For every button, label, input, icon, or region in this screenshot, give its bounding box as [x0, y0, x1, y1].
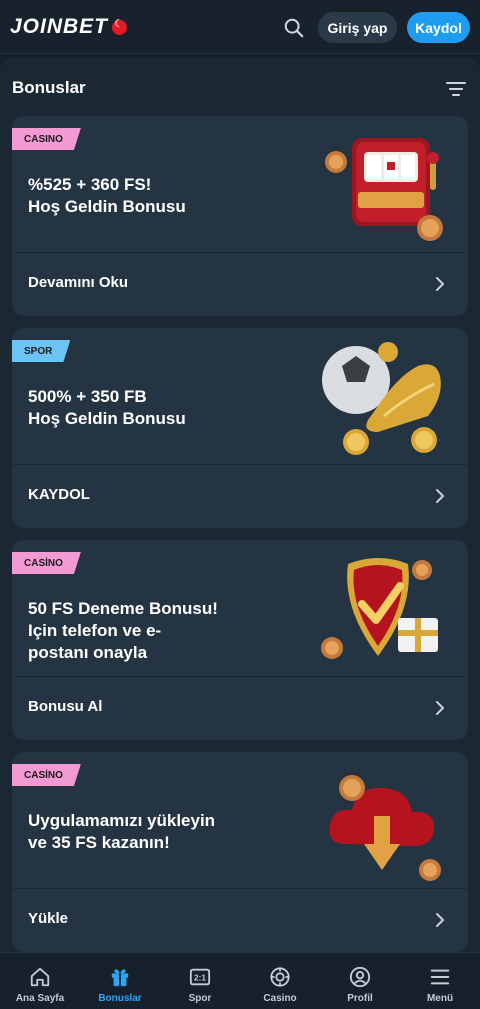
user-icon	[349, 966, 371, 988]
chevron-right-icon[interactable]	[434, 912, 446, 928]
logo[interactable]: JOINBET	[10, 15, 128, 39]
category-tag: CASINO	[12, 128, 81, 150]
chevron-right-icon[interactable]	[434, 700, 446, 716]
shield-check-icon	[321, 558, 438, 659]
search-icon[interactable]	[283, 17, 305, 39]
card-link[interactable]: Yükle	[28, 910, 68, 927]
category-tag: SPOR	[12, 340, 70, 362]
page-title: Bonuslar	[12, 78, 86, 97]
category-tag: CASİNO	[12, 552, 81, 574]
nav-profile[interactable]: Profil	[320, 953, 400, 1009]
nav-label: Bonuslar	[98, 993, 142, 1004]
card-link[interactable]: Devamını Oku	[28, 274, 128, 291]
bonus-card[interactable]: SPOR 500% + 350 FB Hoş Geldin Bonusu KAY…	[12, 328, 468, 528]
logo-text: JOINBET	[10, 15, 109, 38]
nav-label: Profil	[347, 993, 373, 1004]
chevron-right-icon[interactable]	[434, 488, 446, 504]
cloud-download-icon	[329, 775, 441, 881]
bonus-title: 50 FS Deneme Bonusu! Için telefon ve e- …	[28, 599, 218, 662]
nav-label: Spor	[188, 993, 212, 1004]
bonus-card[interactable]: CASİNO 50 FS Deneme Bonusu! Için telefon…	[12, 540, 468, 740]
register-button[interactable]: Kaydol	[407, 12, 470, 43]
category-tag: CASİNO	[12, 764, 81, 786]
card-divider	[12, 888, 468, 889]
nav-sports[interactable]: 2:1 Spor	[160, 953, 240, 1009]
bonuses-panel: Bonuslar CASINO %525 + 360 FS! Hoş Geldi…	[0, 58, 480, 952]
card-divider	[12, 464, 468, 465]
card-divider	[12, 676, 468, 677]
svg-text:2:1: 2:1	[194, 974, 206, 983]
card-divider	[12, 252, 468, 253]
gift-icon	[111, 969, 129, 987]
bonus-title: %525 + 360 FS! Hoş Geldin Bonusu	[28, 175, 186, 216]
chevron-right-icon[interactable]	[434, 276, 446, 292]
filter-icon[interactable]	[446, 80, 466, 98]
card-link[interactable]: KAYDOL	[28, 486, 90, 503]
menu-icon	[430, 969, 450, 985]
nav-menu[interactable]: Menü	[400, 953, 480, 1009]
bonus-title: Uygulamamızı yükleyin ve 35 FS kazanın!	[28, 811, 216, 852]
bonus-card[interactable]: CASİNO Uygulamamızı yükleyin ve 35 FS ka…	[12, 752, 468, 952]
scoreboard-icon: 2:1	[189, 968, 211, 986]
slot-machine-icon	[325, 138, 443, 241]
nav-label: Ana Sayfa	[15, 993, 65, 1004]
turkey-flag-icon	[112, 17, 128, 35]
bottom-navigation: Ana Sayfa Bonuslar 2:1 Spor Casino Profi…	[0, 952, 480, 1008]
top-bar: JOINBET Giriş yap Kaydol	[0, 0, 480, 54]
bonus-title: 500% + 350 FB Hoş Geldin Bonusu	[28, 387, 186, 428]
nav-home[interactable]: Ana Sayfa	[0, 953, 80, 1009]
nav-bonuses[interactable]: Bonuslar	[80, 953, 160, 1009]
login-button[interactable]: Giriş yap	[318, 12, 397, 43]
bonus-card[interactable]: CASINO %525 + 360 FS! Hoş Geldin Bonusu …	[12, 116, 468, 316]
nav-label: Casino	[263, 993, 297, 1004]
chip-icon	[270, 967, 290, 987]
card-link[interactable]: Bonusu Al	[28, 698, 102, 715]
football-boot-icon	[322, 342, 441, 455]
home-icon	[30, 967, 50, 987]
nav-casino[interactable]: Casino	[240, 953, 320, 1009]
nav-label: Menü	[426, 993, 454, 1004]
